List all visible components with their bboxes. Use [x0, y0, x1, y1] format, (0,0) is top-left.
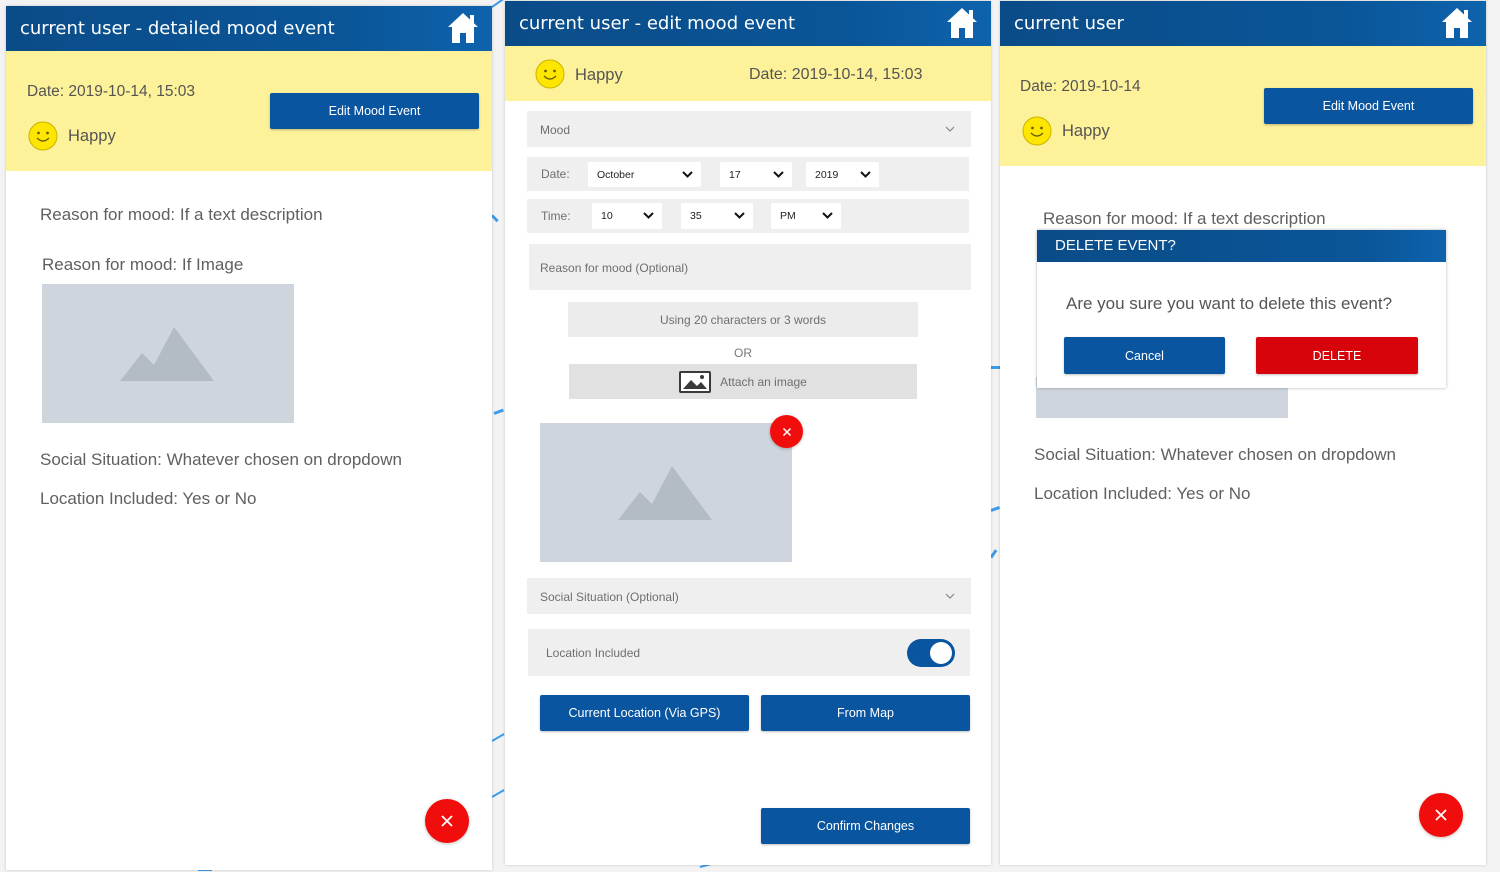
- reason-input[interactable]: Reason for mood (Optional): [529, 244, 971, 290]
- screen-title: current user - edit mood event: [505, 1, 991, 46]
- home-icon[interactable]: [945, 6, 979, 40]
- location-included-label: Location Included: Yes or No: [1034, 484, 1251, 503]
- ampm-select[interactable]: PM: [771, 203, 841, 229]
- location-toggle[interactable]: [907, 639, 955, 667]
- confirm-changes-button[interactable]: Confirm Changes: [761, 808, 970, 844]
- attach-image-label: Attach an image: [720, 374, 807, 389]
- delete-button[interactable]: DELETE: [1256, 337, 1418, 374]
- connector-line: [491, 733, 505, 742]
- mood-label: Happy: [68, 127, 116, 145]
- date-row: Date: October 17 2019: [527, 157, 969, 191]
- smiley-icon: [1022, 116, 1052, 146]
- reason-text-label: Reason for mood: If a text description: [40, 205, 323, 224]
- date-label: Date:: [541, 167, 570, 181]
- hour-select[interactable]: 10: [592, 203, 662, 229]
- day-value: 17: [729, 168, 741, 181]
- reason-hint: Using 20 characters or 3 words: [568, 302, 918, 337]
- screen-title: current user - detailed mood event: [6, 6, 492, 51]
- month-value: October: [597, 168, 635, 181]
- delete-event-button[interactable]: [425, 799, 469, 843]
- close-icon: [441, 815, 453, 827]
- social-situation-select[interactable]: Social Situation (Optional): [527, 578, 971, 614]
- chevron-down-icon: [860, 170, 871, 178]
- attach-image-button[interactable]: Attach an image: [569, 364, 917, 399]
- or-divider: OR: [734, 346, 752, 360]
- mood-label: Happy: [575, 66, 623, 84]
- remove-image-button[interactable]: [770, 415, 803, 448]
- minute-select[interactable]: 35: [681, 203, 753, 229]
- time-label: Time:: [541, 209, 571, 223]
- edit-mood-event-button[interactable]: Edit Mood Event: [1264, 88, 1473, 124]
- year-value: 2019: [815, 168, 839, 181]
- social-situation-label: Social Situation: Whatever chosen on dro…: [1034, 445, 1396, 464]
- image-placeholder-icon: [120, 326, 214, 381]
- reason-input-placeholder: Reason for mood (Optional): [540, 261, 689, 275]
- close-icon: [1435, 809, 1447, 821]
- location-included-row: Location Included: [528, 629, 970, 676]
- delete-event-dialog: DELETE EVENT? Are you sure you want to d…: [1037, 230, 1446, 388]
- edit-mood-event-button[interactable]: Edit Mood Event: [270, 93, 479, 129]
- social-select-placeholder: Social Situation (Optional): [540, 590, 679, 604]
- dialog-message: Are you sure you want to delete this eve…: [1066, 294, 1393, 313]
- hour-value: 10: [601, 210, 613, 222]
- cancel-button[interactable]: Cancel: [1064, 337, 1225, 374]
- chevron-down-icon: [945, 593, 955, 599]
- event-date: Date: 2019-10-14, 15:03: [27, 83, 196, 100]
- year-select[interactable]: 2019: [806, 162, 879, 187]
- dialog-title: DELETE EVENT?: [1037, 230, 1446, 262]
- edit-mood-event-screen: current user - edit mood event Happy Dat…: [505, 1, 991, 865]
- chevron-down-icon: [643, 212, 654, 219]
- mood-select[interactable]: Mood: [527, 111, 971, 147]
- close-icon: [782, 427, 791, 436]
- time-row: Time: 10 35 PM: [527, 199, 969, 233]
- connector-line: [493, 408, 504, 415]
- image-icon: [679, 370, 712, 393]
- connector-line: [491, 0, 505, 8]
- current-location-button[interactable]: Current Location (Via GPS): [540, 695, 749, 731]
- event-date: Date: 2019-10-14: [1020, 78, 1141, 95]
- attached-image: [540, 423, 792, 562]
- chevron-down-icon: [773, 170, 784, 178]
- chevron-down-icon: [822, 212, 833, 219]
- chevron-down-icon: [682, 170, 693, 178]
- ampm-value: PM: [780, 210, 796, 222]
- location-included-label: Location Included: [546, 646, 641, 660]
- smiley-icon: [535, 59, 565, 89]
- connector-line: [490, 214, 499, 223]
- screen-title: current user: [1000, 1, 1486, 46]
- detailed-mood-event-screen: current user - detailed mood event Date:…: [6, 6, 492, 870]
- image-placeholder-icon: [618, 465, 712, 520]
- from-map-button[interactable]: From Map: [761, 695, 970, 731]
- reason-image: [42, 284, 294, 423]
- smiley-icon: [28, 121, 58, 151]
- chevron-down-icon: [734, 212, 745, 219]
- minute-value: 35: [690, 210, 702, 222]
- day-select[interactable]: 17: [720, 162, 792, 187]
- reason-text-label: Reason for mood: If a text description: [1043, 209, 1326, 228]
- mood-label: Happy: [1062, 122, 1110, 140]
- location-included-label: Location Included: Yes or No: [40, 489, 257, 508]
- home-icon[interactable]: [446, 11, 480, 45]
- social-situation-label: Social Situation: Whatever chosen on dro…: [40, 450, 402, 469]
- event-date: Date: 2019-10-14, 15:03: [749, 66, 923, 83]
- connector-line: [991, 366, 1000, 369]
- connector-line: [491, 789, 505, 798]
- home-icon[interactable]: [1440, 6, 1474, 40]
- connector-line: [990, 506, 1000, 512]
- chevron-down-icon: [945, 126, 955, 132]
- delete-event-button[interactable]: [1419, 793, 1463, 837]
- toggle-knob: [930, 642, 952, 664]
- month-select[interactable]: October: [588, 162, 701, 187]
- reason-image-label: Reason for mood: If Image: [42, 255, 244, 274]
- mood-select-placeholder: Mood: [540, 123, 571, 137]
- current-user-screen: current user Date: 2019-10-14 Edit Mood …: [1000, 1, 1486, 865]
